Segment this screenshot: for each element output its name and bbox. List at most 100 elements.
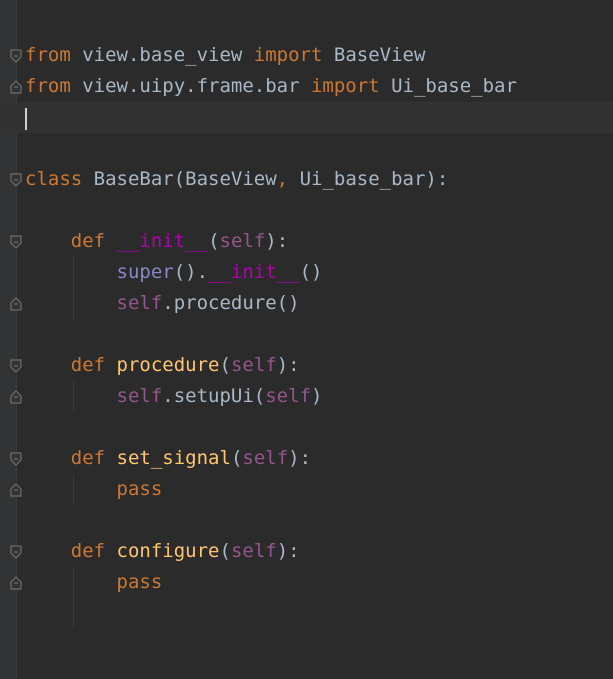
- code-token: (: [219, 354, 231, 376]
- code-token: BaseBar(BaseView: [82, 168, 277, 190]
- fold-end-icon[interactable]: [9, 482, 23, 498]
- code-token: def: [70, 354, 106, 376]
- code-line[interactable]: [0, 102, 613, 133]
- code-line-text: pass: [25, 474, 163, 505]
- fold-end-icon[interactable]: [9, 79, 23, 95]
- fold-collapse-icon[interactable]: [9, 358, 23, 374]
- code-token: ().: [173, 261, 209, 283]
- code-token: class: [25, 168, 83, 190]
- code-token: __init__: [116, 230, 209, 252]
- fold-end-icon[interactable]: [9, 389, 23, 405]
- code-line[interactable]: from view.base_view import BaseView: [0, 40, 613, 71]
- code-token: pass: [116, 478, 163, 500]
- code-token: ):: [276, 354, 300, 376]
- code-token: import: [310, 75, 380, 97]
- code-line[interactable]: class BaseBar(BaseView, Ui_base_bar):: [0, 164, 613, 195]
- code-token: def: [70, 447, 106, 469]
- code-token: self: [116, 292, 163, 314]
- code-line[interactable]: self.setupUi(self): [0, 381, 613, 412]
- text-caret: [25, 108, 27, 130]
- code-token: ):: [288, 447, 312, 469]
- fold-collapse-icon[interactable]: [9, 48, 23, 64]
- code-line[interactable]: def configure(self):: [0, 536, 613, 567]
- code-line[interactable]: [0, 660, 613, 679]
- code-line-text: self.setupUi(self): [25, 381, 323, 412]
- code-token: procedure: [116, 354, 220, 376]
- code-line[interactable]: def procedure(self):: [0, 350, 613, 381]
- code-line[interactable]: [0, 412, 613, 443]
- code-token: def: [70, 540, 106, 562]
- code-line-text: def configure(self):: [25, 536, 300, 567]
- fold-end-icon[interactable]: [9, 575, 23, 591]
- code-line-text: from view.uipy.frame.bar import Ui_base_…: [25, 71, 517, 102]
- fold-collapse-icon[interactable]: [9, 234, 23, 250]
- code-line-text: from view.base_view import BaseView: [25, 40, 425, 71]
- code-line[interactable]: pass: [0, 567, 613, 598]
- code-line-text: super().__init__(): [25, 257, 323, 288]
- code-line-text: def set_signal(self):: [25, 443, 311, 474]
- indent-guide: [73, 567, 74, 629]
- code-token: Ui_base_bar):: [288, 168, 449, 190]
- code-token: self: [230, 354, 277, 376]
- code-line[interactable]: [0, 505, 613, 536]
- code-line[interactable]: [0, 629, 613, 660]
- code-line[interactable]: [0, 195, 613, 226]
- code-line[interactable]: [0, 319, 613, 350]
- code-editor[interactable]: from view.base_view import BaseView from …: [0, 0, 613, 679]
- code-token: (: [219, 540, 231, 562]
- code-token: from: [25, 75, 71, 97]
- indent-guide: [73, 474, 74, 505]
- code-line-text: def procedure(self):: [25, 350, 300, 381]
- code-line[interactable]: pass: [0, 474, 613, 505]
- code-token: configure: [116, 540, 220, 562]
- fold-collapse-icon[interactable]: [9, 451, 23, 467]
- code-line-text: class BaseBar(BaseView, Ui_base_bar):: [25, 164, 448, 195]
- code-line[interactable]: def set_signal(self):: [0, 443, 613, 474]
- code-token: self: [219, 230, 266, 252]
- code-line[interactable]: from view.uipy.frame.bar import Ui_base_…: [0, 71, 613, 102]
- code-token: pass: [116, 571, 163, 593]
- code-token: view.base_view: [70, 44, 254, 66]
- fold-collapse-icon[interactable]: [9, 172, 23, 188]
- code-line-text: pass: [25, 567, 163, 598]
- code-token: ): [311, 385, 323, 407]
- code-token: __init__: [208, 261, 300, 283]
- code-token: set_signal: [116, 447, 231, 469]
- code-token: import: [253, 44, 323, 66]
- code-line[interactable]: [0, 598, 613, 629]
- indent-guide: [73, 381, 74, 412]
- code-token: (: [230, 447, 243, 469]
- code-line[interactable]: [0, 133, 613, 164]
- code-token: .procedure(): [162, 292, 300, 314]
- code-line[interactable]: def __init__(self):: [0, 226, 613, 257]
- code-line[interactable]: [0, 9, 613, 40]
- code-token: .setupUi(: [162, 385, 266, 407]
- code-token: BaseView: [322, 44, 426, 66]
- code-line-text: def __init__(self):: [25, 226, 288, 257]
- code-token: def: [70, 230, 106, 252]
- code-token: self: [116, 385, 163, 407]
- code-token: self: [265, 385, 311, 407]
- indent-guide: [73, 257, 74, 319]
- fold-collapse-icon[interactable]: [9, 544, 23, 560]
- code-token: from: [25, 44, 71, 66]
- code-token: super: [116, 261, 174, 283]
- code-token: (): [299, 261, 323, 283]
- code-token: self: [230, 540, 277, 562]
- code-line[interactable]: super().__init__(): [0, 257, 613, 288]
- fold-end-icon[interactable]: [9, 296, 23, 312]
- code-token: ):: [276, 540, 300, 562]
- code-token: ,: [276, 168, 289, 190]
- code-line[interactable]: self.procedure(): [0, 288, 613, 319]
